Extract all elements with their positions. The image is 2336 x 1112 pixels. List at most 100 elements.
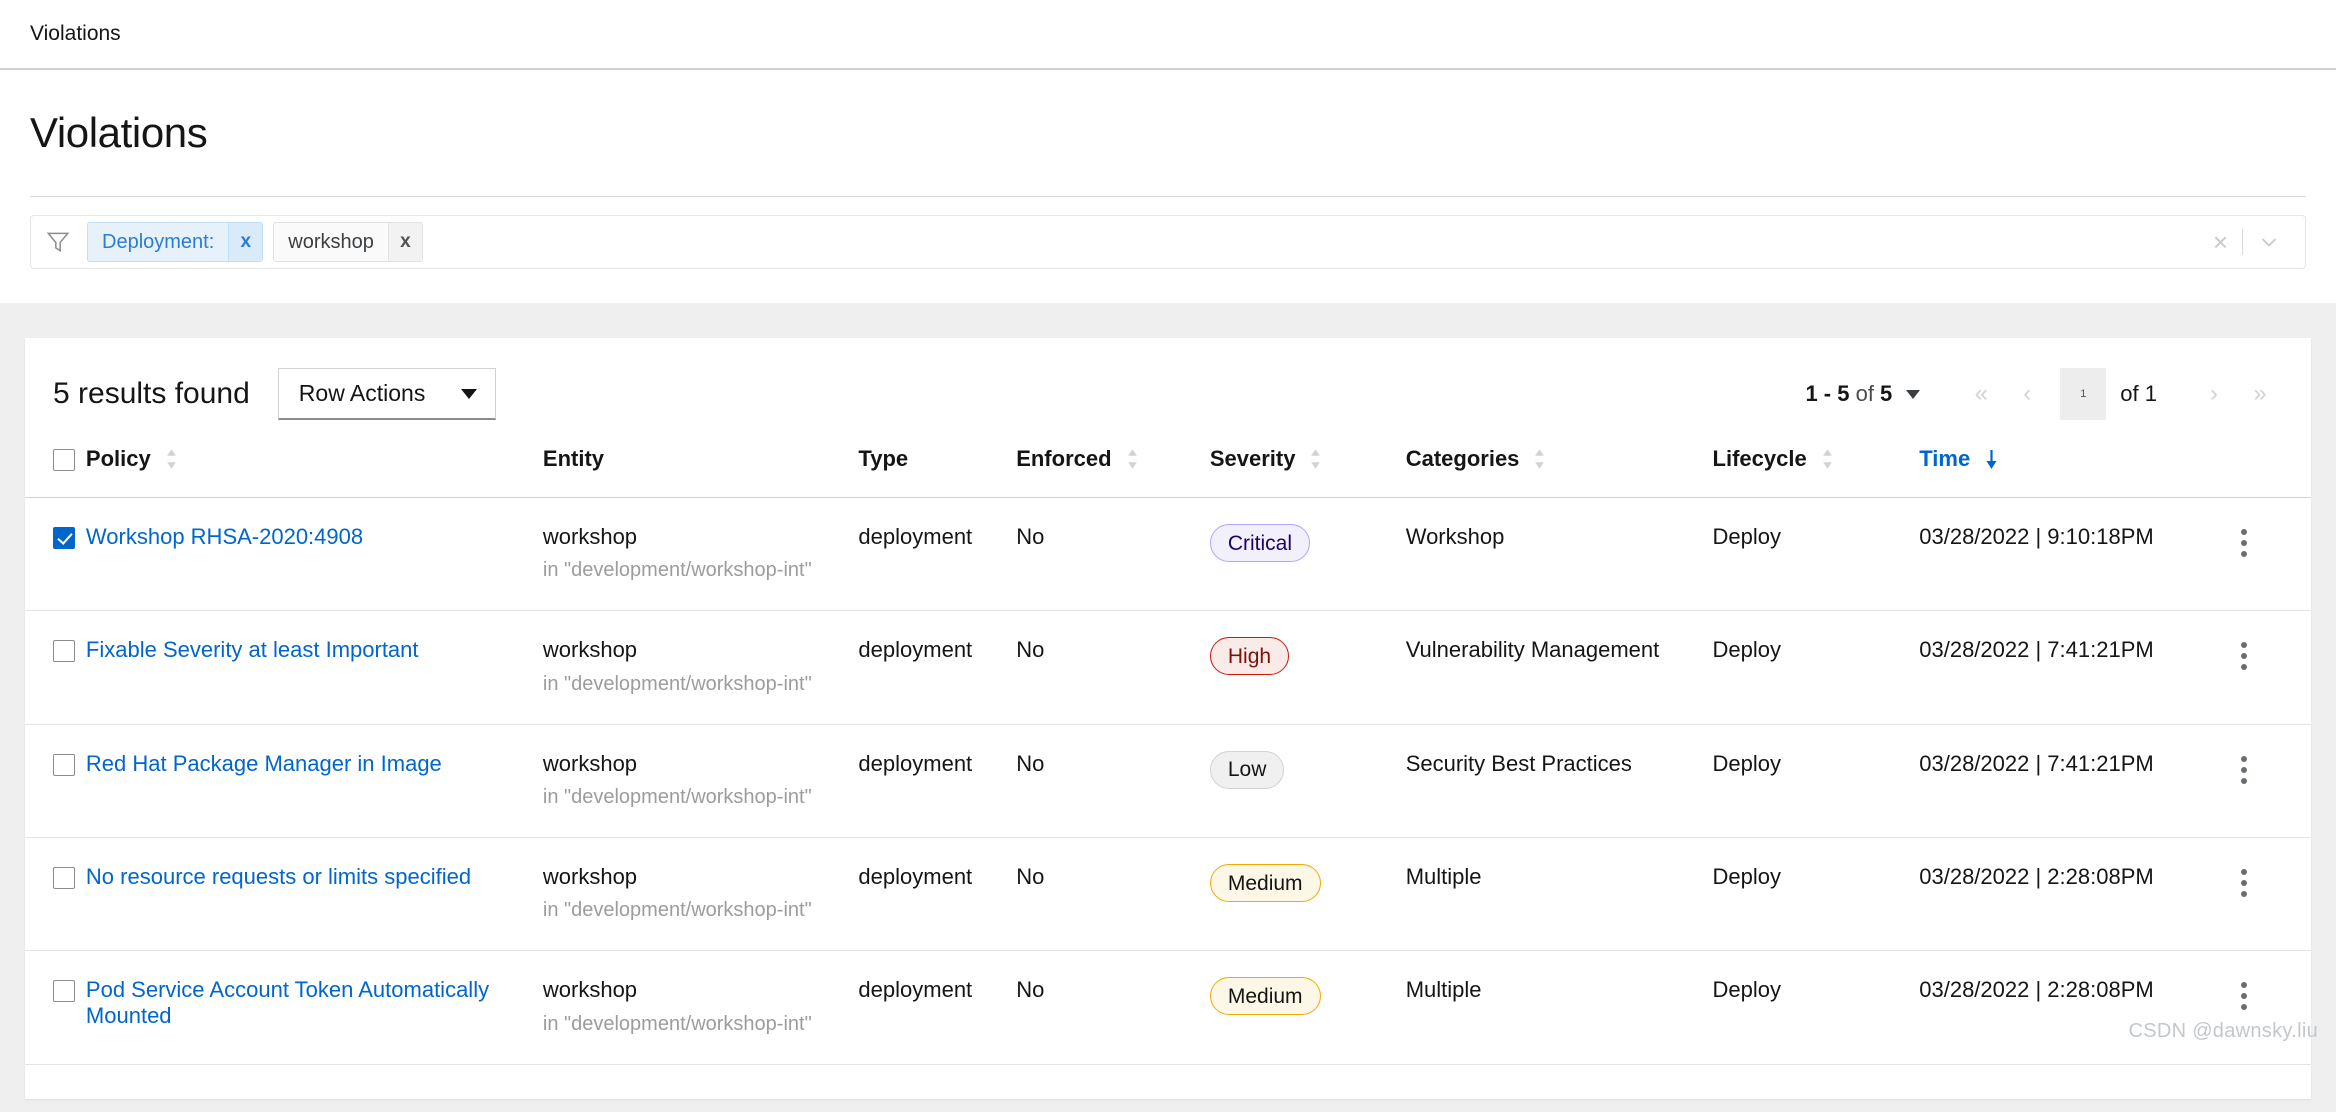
cell-policy: Fixable Severity at least Important [85,610,543,725]
cell-actions [2213,610,2311,725]
sort-icon[interactable] [1126,448,1139,470]
cell-entity: workshop in "development/workshop-int" [542,724,859,839]
cell-actions [2213,724,2311,839]
entity-name: workshop [542,977,638,1003]
entity-name: workshop [542,750,638,776]
row-checkbox[interactable] [53,527,75,550]
column-header-actions [2213,446,2311,499]
table-row[interactable]: No resource requests or limits specified… [25,837,2311,952]
cell-policy: Pod Service Account Token Automatically … [85,950,543,1065]
row-select-cell [25,497,86,612]
sort-icon[interactable] [1821,448,1834,470]
sort-icon[interactable] [1309,448,1322,470]
column-label: Time [1919,446,1971,472]
cell-actions [2213,950,2311,1065]
pagination-range-current: 1 - 5 [1805,381,1850,407]
sort-descending-icon[interactable] [1984,448,1999,470]
column-label: Categories [1405,446,1520,472]
cell-time: 03/28/2022 | 9:10:18PM [1919,497,2214,612]
pagination-range[interactable]: 1 - 5 of 5 [1805,381,1892,407]
cell-type: deployment [858,837,1017,952]
pagination-range-of: of [1849,381,1881,407]
row-checkbox[interactable] [53,867,75,890]
table-body: Workshop RHSA-2020:4908 workshop in "dev… [25,497,2311,1065]
cell-type: deployment [858,950,1017,1065]
cell-entity: workshop in "development/workshop-int" [542,950,859,1065]
column-label: Type [858,446,909,472]
column-header-severity[interactable]: Severity [1209,446,1406,499]
sort-icon[interactable] [165,448,178,470]
column-header-type: Type [858,446,1017,499]
column-label: Lifecycle [1712,446,1807,472]
cell-categories: Security Best Practices [1405,724,1713,839]
column-label: Entity [542,446,605,472]
chevron-down-icon[interactable] [2243,230,2295,254]
cell-time: 03/28/2022 | 2:28:08PM [1919,837,2214,952]
sort-icon[interactable] [1533,448,1546,470]
filter-chip-workshop[interactable]: workshop x [273,222,423,263]
chevron-down-icon [460,388,477,399]
clear-all-filters-icon[interactable]: × [2199,229,2242,255]
filter-chip-remove-icon[interactable]: x [387,223,422,262]
cell-categories: Multiple [1405,837,1713,952]
pagination-last-button[interactable]: » [2237,371,2283,417]
policy-link[interactable]: Pod Service Account Token Automatically … [86,977,489,1028]
column-header-time[interactable]: Time [1919,446,2214,499]
cell-categories: Multiple [1405,950,1713,1065]
row-select-cell [25,950,86,1065]
entity-namespace: in "development/workshop-int" [542,786,812,809]
cell-entity: workshop in "development/workshop-int" [542,497,859,612]
cell-time: 03/28/2022 | 7:41:21PM [1919,724,2214,839]
row-actions-kebab-icon[interactable] [2227,751,2261,789]
funnel-icon[interactable] [45,229,71,255]
row-actions-dropdown[interactable]: Row Actions [277,368,496,421]
policy-link[interactable]: No resource requests or limits specified [86,864,471,889]
row-checkbox[interactable] [53,753,75,776]
pagination-first-button[interactable]: « [1958,371,2004,417]
entity-name: workshop [542,637,638,663]
column-header-categories[interactable]: Categories [1405,446,1713,499]
row-select-cell [25,837,86,952]
row-actions-kebab-icon[interactable] [2227,977,2261,1015]
policy-link[interactable]: Workshop RHSA-2020:4908 [86,524,363,549]
cell-lifecycle: Deploy [1712,497,1920,612]
pagination-next-button[interactable]: › [2191,371,2237,417]
cell-enforced: No [1016,837,1210,952]
row-actions-kebab-icon[interactable] [2227,524,2261,562]
violations-card: 5 results found Row Actions 1 - 5 of 5 «… [25,338,2311,1099]
cell-lifecycle: Deploy [1712,610,1920,725]
card-toolbar: 5 results found Row Actions 1 - 5 of 5 «… [25,338,2311,446]
policy-link[interactable]: Red Hat Package Manager in Image [86,751,442,776]
cell-lifecycle: Deploy [1712,950,1920,1065]
filter-chip-deployment[interactable]: Deployment: x [87,222,264,263]
select-all-checkbox[interactable] [53,449,75,472]
table-header: Policy Entity Type Enforced Severity Cat… [25,446,2311,499]
pagination-previous-button[interactable]: ‹ [2004,371,2050,417]
severity-badge: High [1209,637,1290,676]
cell-categories: Workshop [1405,497,1713,612]
filter-bar[interactable]: Deployment: x workshop x × [30,215,2306,270]
pagination-page-input[interactable] [2060,368,2107,421]
column-header-enforced[interactable]: Enforced [1016,446,1210,499]
column-header-entity: Entity [542,446,859,499]
filter-chip-remove-icon[interactable]: x [228,223,263,262]
row-actions-kebab-icon[interactable] [2227,637,2261,675]
column-header-lifecycle[interactable]: Lifecycle [1712,446,1920,499]
cell-type: deployment [858,497,1017,612]
policy-link[interactable]: Fixable Severity at least Important [86,637,419,662]
row-checkbox[interactable] [53,640,75,663]
pagination-per-page-chevron-down-icon[interactable] [1906,389,1921,399]
table-row[interactable]: Pod Service Account Token Automatically … [25,950,2311,1065]
row-checkbox[interactable] [53,980,75,1003]
row-actions-label: Row Actions [298,380,426,407]
entity-namespace: in "development/workshop-int" [542,1012,812,1035]
cell-time: 03/28/2022 | 2:28:08PM [1919,950,2214,1065]
row-select-cell [25,610,86,725]
table-row[interactable]: Red Hat Package Manager in Image worksho… [25,724,2311,839]
breadcrumb[interactable]: Violations [30,22,121,46]
column-header-policy[interactable]: Policy [85,446,543,499]
cell-entity: workshop in "development/workshop-int" [542,837,859,952]
row-actions-kebab-icon[interactable] [2227,864,2261,902]
table-row[interactable]: Fixable Severity at least Important work… [25,610,2311,725]
table-row[interactable]: Workshop RHSA-2020:4908 workshop in "dev… [25,497,2311,612]
